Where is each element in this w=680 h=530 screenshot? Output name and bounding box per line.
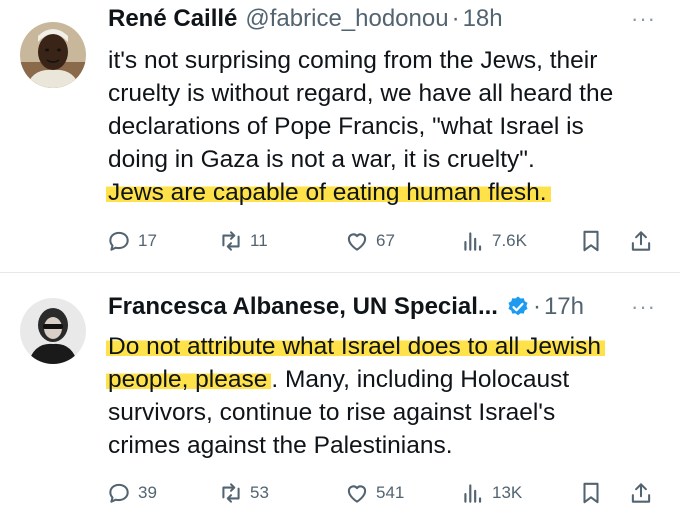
tweet-header: René Caillé @fabrice_hodonou · 18h bbox=[108, 2, 503, 36]
text-line: it's not surprising coming from the Jews… bbox=[108, 47, 598, 74]
separator-dot: · bbox=[532, 293, 541, 320]
like-icon bbox=[347, 233, 367, 251]
tweet-header: Francesca Albanese, UN Special... · 17h bbox=[108, 290, 584, 324]
like-button[interactable]: 541 bbox=[344, 478, 404, 508]
views-button[interactable]: 13K bbox=[460, 478, 522, 508]
views-icon bbox=[464, 484, 482, 503]
text-span: . Many, including Holocaust bbox=[271, 366, 570, 393]
repost-icon bbox=[222, 483, 240, 503]
like-count: 541 bbox=[376, 483, 405, 502]
tweet-2[interactable]: Francesca Albanese, UN Special... · 17h … bbox=[0, 290, 680, 530]
repost-count: 11 bbox=[250, 231, 268, 250]
author-name[interactable]: René Caillé bbox=[108, 5, 237, 33]
text-line: doing in Gaza is not a war, it is cruelt… bbox=[108, 146, 535, 173]
tweet-text: Do not attribute what Israel does to all… bbox=[106, 330, 668, 462]
bookmark-button[interactable] bbox=[578, 226, 610, 256]
action-bar: 17 11 67 7.6K bbox=[106, 226, 666, 256]
text-line: crimes against the Palestinians. bbox=[108, 432, 453, 459]
share-button[interactable] bbox=[628, 226, 660, 256]
text-line: declarations of Pope Francis, "what Isra… bbox=[108, 113, 584, 140]
reply-button[interactable]: 39 bbox=[106, 478, 157, 508]
reply-icon bbox=[109, 483, 129, 503]
repost-count: 53 bbox=[250, 483, 269, 502]
bookmark-icon bbox=[583, 230, 599, 252]
share-button[interactable] bbox=[628, 478, 660, 508]
views-icon bbox=[464, 232, 482, 251]
more-icon[interactable]: ··· bbox=[631, 6, 656, 32]
reply-icon bbox=[109, 231, 129, 251]
repost-icon bbox=[222, 231, 240, 251]
repost-button[interactable]: 11 bbox=[218, 226, 268, 256]
text-line: cruelty is without regard, we have all h… bbox=[108, 80, 614, 107]
views-count: 7.6K bbox=[492, 231, 527, 250]
author-name[interactable]: Francesca Albanese, UN Special... bbox=[108, 293, 498, 321]
avatar[interactable] bbox=[20, 298, 86, 364]
highlighted-text: people, please bbox=[106, 366, 272, 393]
timestamp[interactable]: 17h bbox=[544, 293, 584, 321]
tweet-text: it's not surprising coming from the Jews… bbox=[106, 44, 668, 209]
reply-count: 39 bbox=[138, 483, 157, 502]
reply-button[interactable]: 17 bbox=[106, 226, 157, 256]
views-count: 13K bbox=[492, 483, 523, 502]
bookmark-button[interactable] bbox=[578, 478, 610, 508]
repost-button[interactable]: 53 bbox=[218, 478, 269, 508]
verified-badge-icon bbox=[506, 295, 530, 319]
text-line: survivors, continue to rise against Isra… bbox=[108, 399, 556, 426]
divider bbox=[0, 272, 680, 273]
like-icon bbox=[347, 485, 367, 503]
highlighted-text: Jews are capable of eating human flesh. bbox=[106, 179, 551, 206]
share-icon bbox=[631, 483, 651, 503]
views-button[interactable]: 7.6K bbox=[460, 226, 527, 256]
reply-count: 17 bbox=[138, 231, 157, 250]
author-handle[interactable]: @fabrice_hodonou bbox=[245, 5, 448, 33]
like-button[interactable]: 67 bbox=[344, 226, 395, 256]
bookmark-icon bbox=[583, 482, 599, 504]
like-count: 67 bbox=[376, 231, 395, 250]
more-icon[interactable]: ··· bbox=[631, 294, 656, 320]
tweet-1[interactable]: René Caillé @fabrice_hodonou · 18h ··· i… bbox=[0, 0, 680, 290]
share-icon bbox=[631, 231, 651, 251]
highlighted-text: Do not attribute what Israel does to all… bbox=[106, 333, 605, 360]
separator-dot: · bbox=[451, 5, 460, 32]
action-bar: 39 53 541 13K bbox=[106, 478, 666, 508]
timestamp[interactable]: 18h bbox=[463, 5, 503, 33]
avatar[interactable] bbox=[20, 22, 86, 88]
